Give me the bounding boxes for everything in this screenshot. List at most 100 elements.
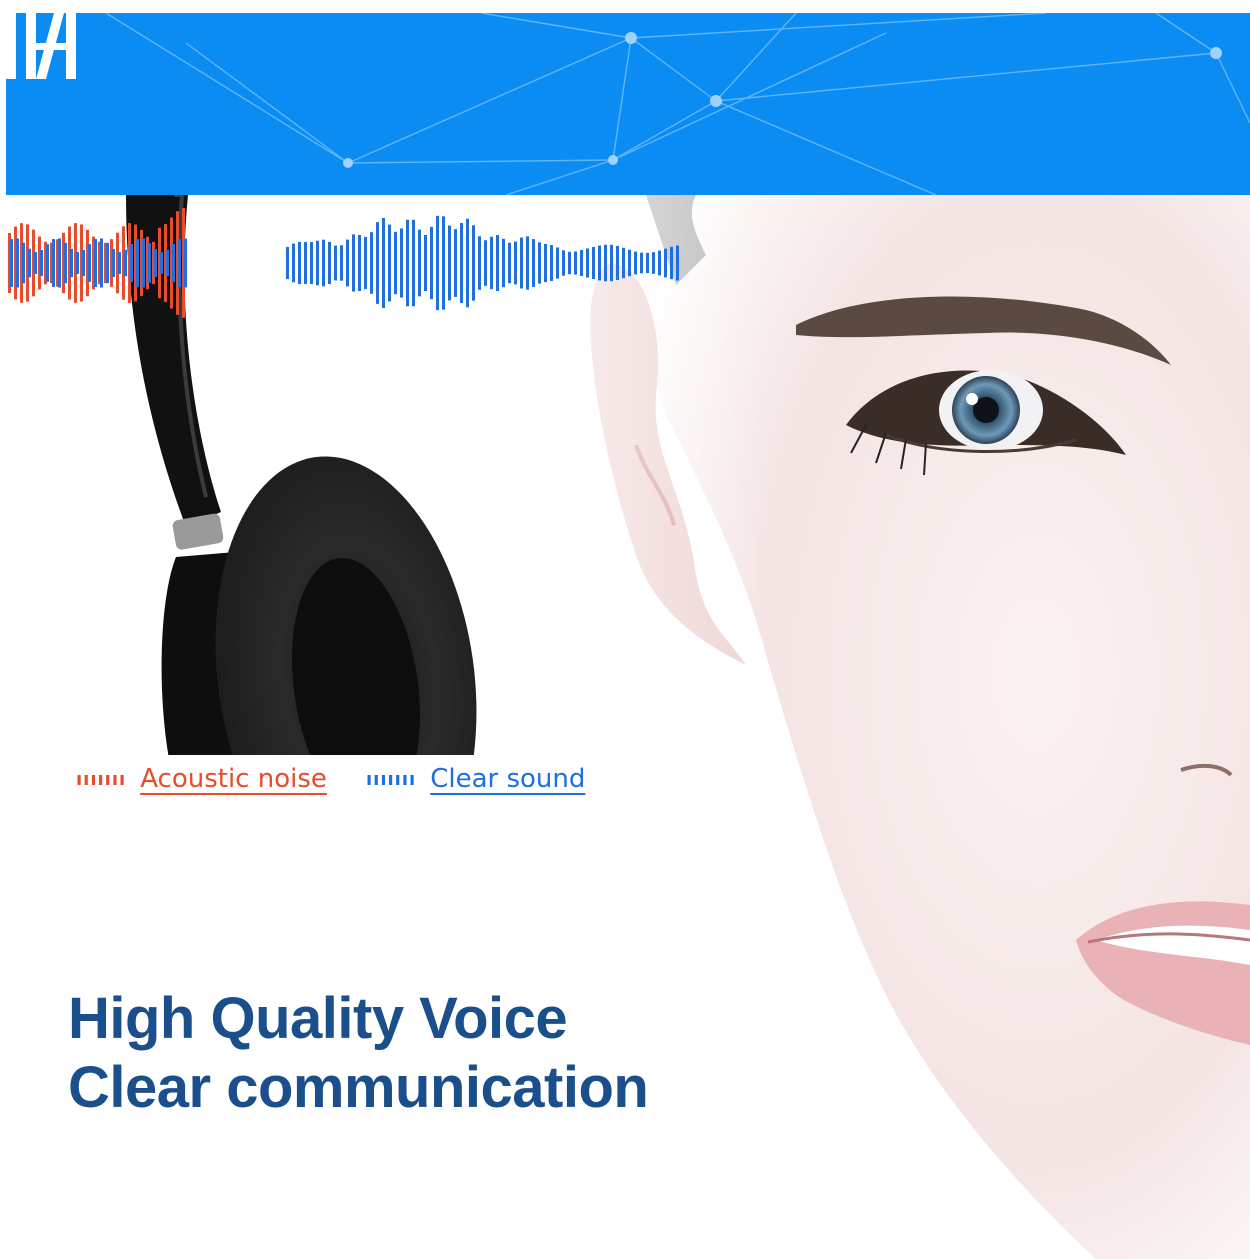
legend-clear-sound: ııııııı Clear sound (366, 761, 585, 797)
clear-wave-bar (22, 242, 25, 284)
clear-wave-bar (76, 251, 79, 275)
clear-wave-bar (46, 244, 49, 282)
clear-wave-bar (412, 219, 415, 307)
clear-wave-bar (88, 244, 91, 282)
clear-wave-bar (472, 225, 475, 301)
clear-wave-bar (430, 226, 433, 300)
clear-wave-bar (328, 241, 331, 285)
clear-wave-bar (586, 248, 589, 278)
clear-wave-bar (508, 242, 511, 284)
clear-wave-bar (364, 236, 367, 290)
clear-wave-bar (148, 242, 151, 284)
clear-wave-bar (64, 242, 67, 284)
clear-wave-bar (580, 249, 583, 277)
clear-wave-bar (346, 239, 349, 287)
clear-wave-bar (166, 249, 169, 277)
clear-wave-bar (676, 245, 679, 281)
clear-wave-bar (400, 228, 403, 298)
clear-wave-bar (556, 247, 559, 279)
clear-wave-bar (316, 240, 319, 286)
clear-wave-bar (562, 250, 565, 276)
headline-line-2: Clear communication (68, 1055, 649, 1120)
clear-wave-bar (100, 238, 103, 288)
clear-wave-bar (490, 236, 493, 290)
clear-wave-bar (340, 245, 343, 281)
clear-wave-bar (160, 251, 163, 275)
clear-wave-bar (436, 215, 439, 311)
clear-wave-bar (10, 239, 13, 287)
clear-wave-bar (496, 235, 499, 291)
clear-wave-bar (394, 231, 397, 295)
clear-wave-bar (616, 245, 619, 281)
clear-wave-bar (574, 251, 577, 275)
clear-wave-bar (466, 218, 469, 308)
clear-wave-bar (502, 238, 505, 288)
clear-wave-bar (154, 249, 157, 277)
clear-wave-bar (358, 234, 361, 292)
clear-wave-bar (382, 217, 385, 309)
clear-wave-bar (286, 246, 289, 280)
clear-wave-bar (106, 242, 109, 284)
clear-wave-bar (388, 224, 391, 302)
clear-wave-bar (550, 245, 553, 281)
legend-noise-label: Acoustic noise (140, 764, 327, 794)
clear-wave-bar (172, 243, 175, 283)
clear-wave-bar (40, 249, 43, 277)
clear-wave-bar (460, 222, 463, 304)
clear-wave-bar (424, 234, 427, 292)
clear-wave-bar (514, 241, 517, 285)
clear-wave-bar (124, 249, 127, 277)
network-pattern (6, 13, 1250, 195)
clear-wave-bar (544, 243, 547, 283)
clear-wave-bar (598, 245, 601, 281)
clear-wave-bar (130, 243, 133, 283)
clear-wave-bar (658, 250, 661, 276)
clear-wave-bar (670, 246, 673, 280)
clear-wave-bar (16, 238, 19, 288)
clear-wave-bar (592, 246, 595, 280)
clear-wave-bar (142, 238, 145, 288)
clear-wave-bar (610, 244, 613, 282)
clear-wave-bar (70, 248, 73, 278)
clear-wave-bar (52, 239, 55, 287)
clear-wave-bar (418, 229, 421, 297)
clear-wave-bar (118, 251, 121, 275)
clear-wave-bar (352, 234, 355, 292)
legend-acoustic-noise: ııııııı Acoustic noise (76, 761, 327, 797)
clear-wave-bar (520, 237, 523, 289)
clear-wave-bar (298, 241, 301, 285)
clear-wave-bar (406, 219, 409, 307)
clear-wave-bar (532, 239, 535, 287)
clear-wave-bar (34, 251, 37, 275)
clear-wave-bar (442, 216, 445, 310)
clear-wave-bar (94, 238, 97, 288)
clear-wave-bar (628, 249, 631, 277)
top-banner (6, 13, 1250, 195)
clear-wave-bar (376, 222, 379, 304)
clear-wave-bar (604, 244, 607, 282)
clear-wave-bar (184, 238, 187, 288)
clear-wave-bar (538, 242, 541, 284)
clear-wave-bar (448, 225, 451, 301)
clear-wave-bar (112, 248, 115, 278)
clear-wave-bar (640, 252, 643, 274)
clear-wave-bar (28, 248, 31, 278)
clear-bars-icon: ııııııı (366, 768, 417, 790)
clear-wave-bar (652, 252, 655, 274)
brand-logo-icon (6, 13, 76, 79)
clear-wave-bar (634, 251, 637, 275)
clear-wave-bar (664, 248, 667, 278)
noise-bars-icon: ııııııı (76, 768, 127, 790)
clear-wave-bar (292, 243, 295, 283)
clear-wave-bar (322, 239, 325, 287)
clear-wave-bar (334, 245, 337, 281)
product-image: ııııııı Acoustic noise ııııııı Clear sou… (6, 13, 1250, 1259)
clear-wave-bar (136, 238, 139, 288)
clear-wave-bar (526, 236, 529, 290)
sound-wave-graphic (8, 208, 679, 318)
clear-wave-bar (568, 251, 571, 275)
clear-wave-bar (82, 249, 85, 277)
clear-wave-bar (484, 240, 487, 286)
legend-clear-label: Clear sound (430, 764, 586, 794)
clear-wave-bar (478, 236, 481, 290)
